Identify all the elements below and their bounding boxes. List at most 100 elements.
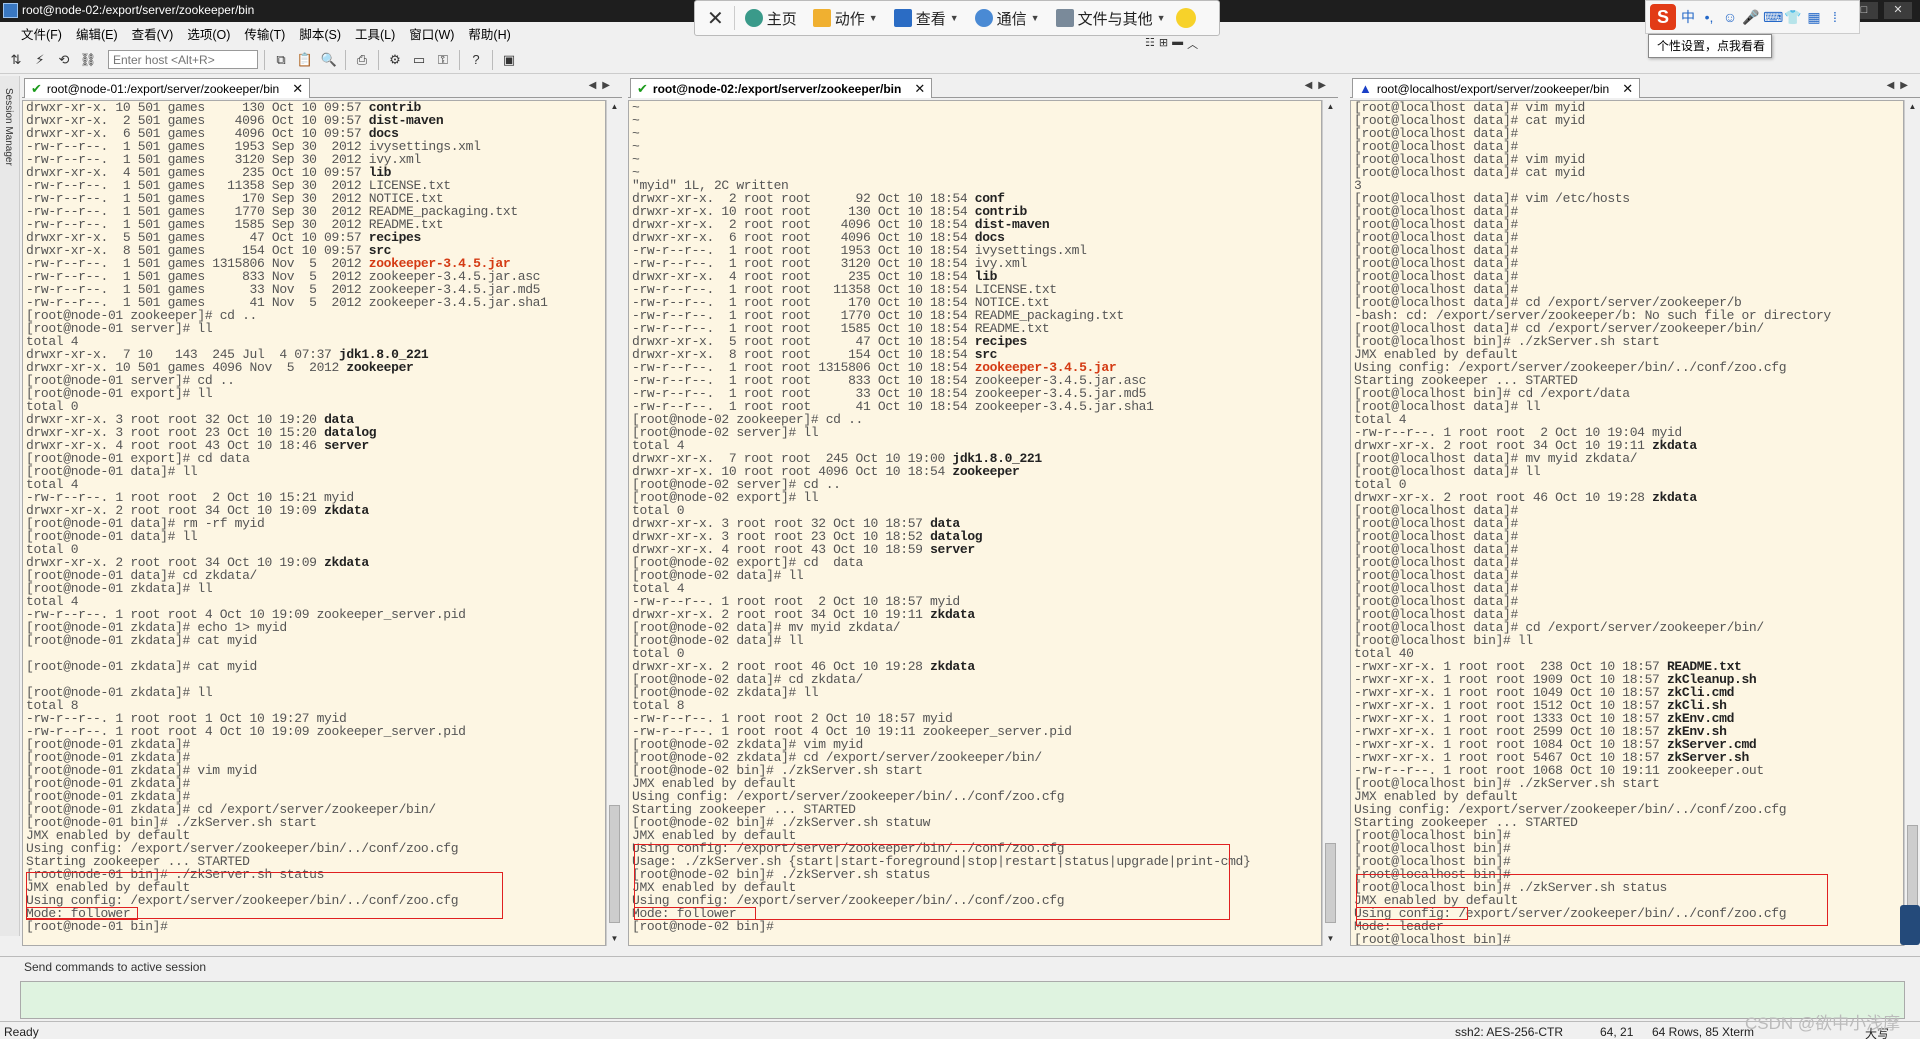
home-icon [744, 9, 763, 27]
menu-view[interactable]: 查看(V) [125, 24, 181, 43]
files-menu[interactable]: 文件与其他 ▼ [1050, 8, 1172, 29]
floating-toolbar: ✕ 主页 动作 ▼ 查看 ▼ 通信 ▼ 文件与其他 ▼ [694, 0, 1220, 36]
status-cipher: ssh2: AES-256-CTR [1455, 1025, 1564, 1039]
close-tab-icon[interactable]: ✕ [292, 81, 303, 97]
enter-host-input[interactable] [108, 50, 258, 69]
floating-toolbar-mini-controls: ☷ ⊞ ▬ ︿ [1145, 36, 1198, 52]
ime-toolbar: S 中 •, ☺ 🎤 ⌨ 👕 ▦ ⁞ [1645, 0, 1860, 34]
keyboard-icon[interactable]: ⌨ [1763, 8, 1783, 26]
reconnect-icon[interactable]: ⟲ [54, 50, 74, 70]
terminal-line: [root@node-01 zkdata]# cat myid [26, 659, 257, 674]
tab-scroll-arrows[interactable]: ◀▶ [589, 80, 616, 91]
terminal-output[interactable]: drwxr-xr-x. 10 501 games 130 Oct 10 09:5… [22, 100, 606, 946]
connect-icon[interactable]: ⇅ [6, 50, 26, 70]
sogou-logo-icon[interactable]: S [1650, 4, 1676, 30]
terminal-line: ~ [632, 100, 640, 115]
fit-icon[interactable]: ⊞ [1159, 36, 1168, 52]
securecrt-app-icon [3, 3, 18, 18]
terminal-output[interactable]: ~ ~ ~ ~ ~ ~ "myid" 1L, 2C written drwxr-xr-x. 2… [628, 100, 1322, 946]
terminal-line: ~ [632, 139, 640, 154]
view-menu[interactable]: 查看 ▼ [888, 8, 965, 29]
terminal-line: [root@node-02 server]# ll [632, 425, 819, 440]
menu-tools[interactable]: 工具(L) [348, 24, 402, 43]
print-icon[interactable]: ⎙ [352, 50, 372, 70]
chevron-down-icon: ▼ [1030, 13, 1040, 23]
more-icon[interactable]: ⁞ [1826, 8, 1844, 26]
tab-scroll-arrows[interactable]: ◀▶ [1887, 80, 1914, 91]
menu-transfer[interactable]: 传输(T) [237, 24, 292, 43]
quick-connect-icon[interactable]: ⚡ [30, 50, 50, 70]
scroll-down-icon[interactable]: ▼ [1323, 932, 1338, 946]
toolbox-icon[interactable]: ▦ [1805, 8, 1823, 26]
scrollbar-thumb[interactable] [1325, 843, 1336, 923]
tab-node-02[interactable]: ✔ root@node-02:/export/server/zookeeper/… [630, 78, 933, 98]
action-menu[interactable]: 动作 ▼ [807, 8, 884, 29]
close-window-button[interactable]: ✕ [1884, 2, 1912, 19]
session-options-icon[interactable]: ▭ [409, 50, 429, 70]
key-icon[interactable]: ⚿ [433, 50, 453, 70]
window-title: root@node-02:/export/server/zookeeper/bi… [22, 3, 255, 17]
close-tab-icon[interactable]: ✕ [914, 81, 925, 97]
terminal-line: [root@localhost data]# cat myid [1354, 165, 1585, 180]
help-icon[interactable]: ? [466, 50, 486, 70]
scrollbar-thumb[interactable] [609, 805, 620, 923]
chevron-down-icon: ▼ [949, 13, 959, 23]
menu-file[interactable]: 文件(F) [14, 24, 69, 43]
collapse-icon[interactable]: ︿ [1187, 36, 1198, 52]
skin-icon[interactable]: 👕 [1784, 8, 1802, 26]
terminal-output[interactable]: [root@localhost data]# vim myid [root@loc… [1350, 100, 1904, 946]
terminal-line: [root@node-02 data]# ll [632, 633, 804, 648]
terminal-scrollbar[interactable]: ▲ ▼ [606, 100, 622, 946]
grid-icon[interactable]: ☷ [1145, 36, 1155, 52]
scroll-up-icon[interactable]: ▲ [1905, 100, 1920, 114]
terminal-line: [root@node-01 data]# ll [26, 464, 198, 479]
find-icon[interactable]: 🔍 [319, 50, 339, 70]
tab-scroll-arrows[interactable]: ◀▶ [1305, 80, 1332, 91]
pane-tabbar: ▲ root@localhost/export/server/zookeeper… [1350, 78, 1920, 98]
smiley-icon[interactable] [1175, 8, 1196, 28]
terminal-line: [root@localhost bin]# [1354, 932, 1511, 946]
emoji-icon[interactable]: ☺ [1721, 8, 1739, 26]
files-label: 文件与其他 [1077, 10, 1153, 28]
settings-icon[interactable]: ⚙ [385, 50, 405, 70]
terminal-line: [root@localhost bin]# ll [1354, 633, 1533, 648]
toolbar-divider [345, 49, 346, 70]
minimize-bar-icon[interactable]: ▬ [1172, 36, 1183, 52]
terminal-line: ~ [632, 113, 640, 128]
terminal-line: [root@node-01 bin]# [26, 919, 168, 934]
menu-options[interactable]: 选项(O) [180, 24, 237, 43]
microphone-icon[interactable]: 🎤 [1742, 8, 1760, 26]
comm-menu[interactable]: 通信 ▼ [969, 8, 1046, 29]
home-button[interactable]: 主页 [739, 8, 803, 29]
menu-window[interactable]: 窗口(W) [402, 24, 461, 43]
side-dock-icon[interactable] [1900, 905, 1920, 945]
lightning-icon [812, 9, 831, 27]
scroll-up-icon[interactable]: ▲ [1323, 100, 1338, 114]
terminal-scrollbar[interactable]: ▲ ▼ [1904, 100, 1920, 946]
copy-icon[interactable]: ⧉ [271, 50, 291, 70]
send-commands-input[interactable] [20, 981, 1905, 1019]
paste-icon[interactable]: 📋 [295, 50, 315, 70]
scroll-down-icon[interactable]: ▼ [607, 932, 622, 946]
punctuation-icon[interactable]: •, [1700, 8, 1718, 26]
connected-check-icon: ✔ [31, 80, 42, 96]
menu-script[interactable]: 脚本(S) [292, 24, 348, 43]
terminal-scrollbar[interactable]: ▲ ▼ [1322, 100, 1338, 946]
tab-node-01[interactable]: ✔ root@node-01:/export/server/zookeeper/… [24, 78, 311, 98]
scroll-up-icon[interactable]: ▲ [607, 100, 622, 114]
terminal-line: [root@node-01 zkdata]# ll [26, 581, 213, 596]
menu-help[interactable]: 帮助(H) [461, 24, 517, 43]
terminal-line: [root@node-01 zkdata]# cat myid [26, 633, 257, 648]
sftp-icon[interactable]: ▣ [499, 50, 519, 70]
close-tab-icon[interactable]: ✕ [1622, 81, 1633, 97]
terminal-line: [root@node-02 zkdata]# ll [632, 685, 819, 700]
view-label: 查看 [915, 10, 946, 28]
toolbar-divider [459, 49, 460, 70]
menu-edit[interactable]: 编辑(E) [69, 24, 125, 43]
disconnect-icon[interactable]: ⛓ [78, 50, 98, 70]
session-manager-panel[interactable]: Session Manager [0, 76, 20, 936]
floating-toolbar-close-icon[interactable]: ✕ [701, 6, 730, 31]
chinese-mode-icon[interactable]: 中 [1679, 8, 1697, 26]
tab-localhost[interactable]: ▲ root@localhost/export/server/zookeeper… [1352, 78, 1641, 98]
chevron-down-icon: ▼ [1156, 13, 1166, 23]
